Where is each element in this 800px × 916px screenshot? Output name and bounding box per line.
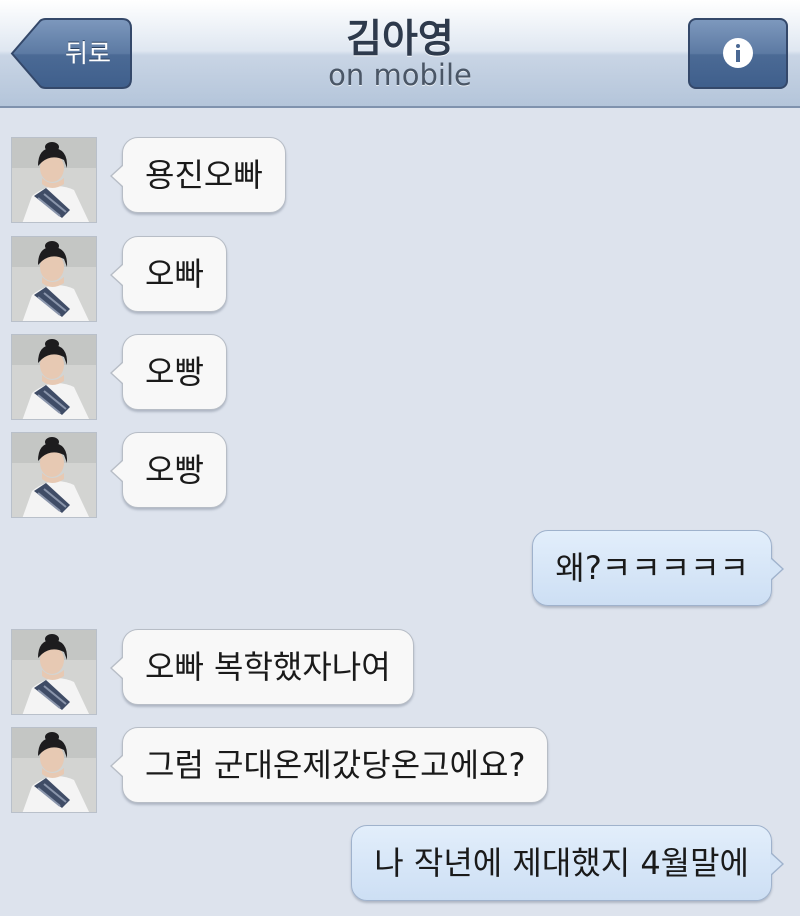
avatar-photo [12,630,96,714]
message-text: 오빵 [145,451,204,489]
avatar[interactable] [11,629,97,715]
message-text: 오빵 [145,353,204,391]
avatar[interactable] [11,432,97,518]
message-bubble-outgoing[interactable]: 나 작년에 제대했지 4월말에 [351,825,784,901]
message-bubble-incoming[interactable]: 오빠 복학했자나여 [110,629,414,705]
message-text: 오빠 복학했자나여 [145,648,391,686]
navigation-bar: 뒤로 김아영 on mobile [0,0,800,108]
info-button[interactable] [688,18,788,89]
message-bubble-outgoing[interactable]: 왜?ㅋㅋㅋㅋㅋ [532,530,784,606]
avatar[interactable] [11,727,97,813]
message-text: 나 작년에 제대했지 4월말에 [374,844,749,882]
contact-name: 김아영 [346,17,454,62]
avatar-photo [12,335,96,419]
back-button-label: 뒤로 [64,39,111,68]
message-text: 그럼 군대온제갔당온고에요? [145,746,526,784]
back-button[interactable]: 뒤로 [10,18,132,89]
avatar-photo [12,237,96,321]
message-bubble-incoming[interactable]: 용진오빠 [110,137,286,213]
message-bubble-incoming[interactable]: 오빵 [110,432,227,508]
message-bubble-incoming[interactable]: 오빵 [110,334,227,410]
avatar-photo [12,433,96,517]
avatar-photo [12,138,96,222]
message-text: 왜?ㅋㅋㅋㅋㅋ [555,549,749,587]
avatar[interactable] [11,137,97,223]
message-bubble-incoming[interactable]: 오빠 [110,236,227,312]
message-bubble-incoming[interactable]: 그럼 군대온제갔당온고에요? [109,727,549,803]
contact-status: on mobile [328,58,472,92]
avatar[interactable] [11,236,97,322]
message-text: 오빠 [145,255,204,293]
avatar-photo [12,728,96,812]
info-icon [723,38,753,68]
message-text: 용진오빠 [145,156,263,194]
avatar[interactable] [11,334,97,420]
